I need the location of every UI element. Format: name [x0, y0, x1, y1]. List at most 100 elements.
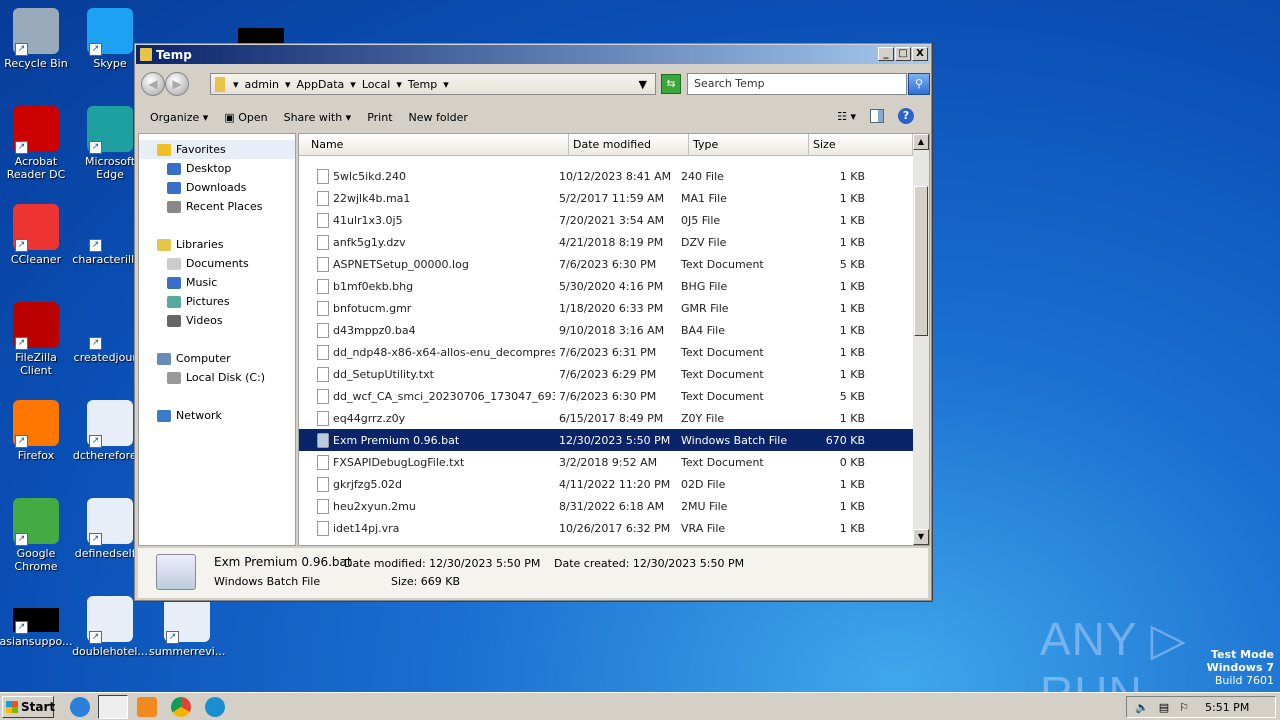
- chrome-icon[interactable]: [171, 697, 191, 717]
- app-icon: ↗: [13, 608, 59, 632]
- scroll-thumb[interactable]: [914, 186, 928, 336]
- preview-pane-icon[interactable]: [870, 109, 884, 123]
- nav-item[interactable]: Favorites: [139, 140, 295, 159]
- desktop-icon[interactable]: ↗Google Chrome: [0, 498, 74, 573]
- column-type[interactable]: Type: [689, 134, 809, 155]
- taskbar: Start 🔈 ▤ ⚐ 5:51 PM: [0, 692, 1280, 720]
- nav-item[interactable]: Videos: [139, 311, 295, 330]
- table-row[interactable]: b1mf0ekb.bhg5/30/2020 4:16 PMBHG File1 K…: [299, 275, 913, 297]
- desktop-icon[interactable]: ↗asiansuppo...: [0, 596, 74, 648]
- scroll-down-button[interactable]: ▼: [913, 529, 929, 545]
- address-dropdown-icon[interactable]: ▼: [639, 78, 647, 91]
- vertical-scrollbar[interactable]: ▲ ▼: [913, 134, 929, 545]
- open-button[interactable]: ▣ Open: [224, 111, 267, 124]
- desktop-icon[interactable]: ↗Recycle Bin: [0, 8, 74, 70]
- clock[interactable]: 5:51 PM: [1205, 701, 1249, 714]
- forward-button[interactable]: ▶: [165, 72, 189, 96]
- file-date: 3/2/2018 9:52 AM: [559, 456, 657, 469]
- chevron-icon[interactable]: ▾: [443, 78, 449, 91]
- table-row[interactable]: dd_SetupUtility.txt7/6/2023 6:29 PMText …: [299, 363, 913, 385]
- search-icon[interactable]: ⚲: [908, 73, 930, 95]
- column-date-modified[interactable]: Date modified: [569, 134, 689, 155]
- internet-explorer-icon[interactable]: [70, 697, 90, 717]
- share-with-button[interactable]: Share with ▾: [284, 111, 352, 124]
- desktop-icon[interactable]: ↗Acrobat Reader DC: [0, 106, 74, 181]
- scroll-up-button[interactable]: ▲: [913, 134, 929, 150]
- desktop-icon-label: Firefox: [0, 449, 74, 462]
- file-name: 41ulr1x3.0j5: [333, 214, 403, 227]
- help-icon[interactable]: ?: [898, 108, 914, 124]
- table-row[interactable]: 5wlc5ikd.24010/12/2023 8:41 AM240 File1 …: [299, 165, 913, 187]
- start-button[interactable]: Start: [2, 696, 54, 718]
- organize-label: Organize: [150, 111, 199, 124]
- nav-item[interactable]: Documents: [139, 254, 295, 273]
- table-row[interactable]: Exm Premium 0.96.bat12/30/2023 5:50 PMWi…: [299, 429, 913, 451]
- search-input[interactable]: Search Temp: [687, 73, 907, 95]
- view-options-icon[interactable]: ☷ ▾: [837, 110, 856, 123]
- desktop-icon[interactable]: ↗FileZilla Client: [0, 302, 74, 377]
- print-button[interactable]: Print: [367, 111, 392, 124]
- desktop-icon[interactable]: ↗summerrevi...: [149, 596, 225, 658]
- desktop-icon[interactable]: ↗doublehotel...: [72, 596, 148, 658]
- file-icon: [317, 191, 329, 206]
- nav-item[interactable]: Music: [139, 273, 295, 292]
- column-name[interactable]: Name: [299, 134, 569, 155]
- shortcut-arrow-icon: ↗: [89, 533, 102, 546]
- new-folder-button[interactable]: New folder: [409, 111, 468, 124]
- table-row[interactable]: eq44grrz.z0y6/15/2017 8:49 PMZ0Y File1 K…: [299, 407, 913, 429]
- close-button[interactable]: X: [912, 47, 928, 61]
- nav-item-label: Favorites: [176, 143, 226, 156]
- back-button[interactable]: ◀: [141, 72, 165, 96]
- nav-item[interactable]: Libraries: [139, 235, 295, 254]
- table-row[interactable]: ASPNETSetup_00000.log7/6/2023 6:30 PMTex…: [299, 253, 913, 275]
- network-icon[interactable]: ▤: [1159, 701, 1169, 714]
- table-row[interactable]: FXSAPIDebugLogFile.txt3/2/2018 9:52 AMTe…: [299, 451, 913, 473]
- table-row[interactable]: gkrjfzg5.02d4/11/2022 11:20 PM02D File1 …: [299, 473, 913, 495]
- table-row-partial[interactable]: [299, 156, 913, 165]
- breadcrumb-local[interactable]: Local: [362, 78, 391, 91]
- minimize-button[interactable]: _: [878, 47, 894, 61]
- chevron-icon: ▾: [350, 78, 356, 91]
- table-row[interactable]: idet14pj.vra10/26/2017 6:32 PMVRA File1 …: [299, 517, 913, 539]
- file-size: 670 KB: [826, 434, 865, 447]
- column-size[interactable]: Size: [809, 134, 913, 155]
- media-player-icon[interactable]: [137, 697, 157, 717]
- test-mode-text: Test Mode Windows 7 Build 7601: [1207, 648, 1274, 687]
- refresh-button[interactable]: ⇆: [661, 74, 681, 94]
- explorer-taskbar-button[interactable]: [98, 695, 128, 719]
- table-row[interactable]: heu2xyun.2mu8/31/2022 6:18 AM2MU File1 K…: [299, 495, 913, 517]
- file-name: bnfotucm.gmr: [333, 302, 411, 315]
- breadcrumb[interactable]: ▾ admin▾ AppData▾ Local▾ Temp▾ ▼: [210, 73, 656, 95]
- table-row[interactable]: 22wjlk4b.ma15/2/2017 11:59 AMMA1 File1 K…: [299, 187, 913, 209]
- file-icon: [317, 455, 329, 470]
- nav-item[interactable]: Local Disk (C:): [139, 368, 295, 387]
- edge-icon[interactable]: [205, 697, 225, 717]
- organize-button[interactable]: Organize ▾: [150, 111, 208, 124]
- action-center-flag-icon[interactable]: ⚐: [1179, 701, 1189, 714]
- file-type: Z0Y File: [681, 412, 724, 425]
- table-row[interactable]: dd_ndp48-x86-x64-allos-enu_decompression…: [299, 341, 913, 363]
- nav-item[interactable]: Network: [139, 406, 295, 425]
- breadcrumb-temp[interactable]: Temp: [408, 78, 437, 91]
- table-row[interactable]: dd_wcf_CA_smci_20230706_173047_693.txt7/…: [299, 385, 913, 407]
- nav-item[interactable]: Computer: [139, 349, 295, 368]
- table-row[interactable]: anfk5g1y.dzv4/21/2018 8:19 PMDZV File1 K…: [299, 231, 913, 253]
- breadcrumb-appdata[interactable]: AppData: [297, 78, 345, 91]
- nav-item[interactable]: Pictures: [139, 292, 295, 311]
- table-row[interactable]: 41ulr1x3.0j57/20/2021 3:54 AM0J5 File1 K…: [299, 209, 913, 231]
- folder-icon: [215, 77, 225, 92]
- nav-item[interactable]: Desktop: [139, 159, 295, 178]
- desktop-icon[interactable]: ↗Firefox: [0, 400, 74, 462]
- nav-item[interactable]: Recent Places: [139, 197, 295, 216]
- maximize-button[interactable]: □: [895, 47, 911, 61]
- chevron-icon[interactable]: ▾: [233, 78, 239, 91]
- breadcrumb-admin[interactable]: admin: [245, 78, 279, 91]
- nav-item[interactable]: Downloads: [139, 178, 295, 197]
- table-row[interactable]: d43mppz0.ba49/10/2018 3:16 AMBA4 File1 K…: [299, 319, 913, 341]
- desktop-icon[interactable]: ↗CCleaner: [0, 204, 74, 266]
- test-mode-label: Test Mode: [1211, 648, 1274, 661]
- volume-icon[interactable]: 🔈: [1135, 701, 1149, 714]
- table-row[interactable]: bnfotucm.gmr1/18/2020 6:33 PMGMR File1 K…: [299, 297, 913, 319]
- app-icon: ↗: [87, 302, 133, 348]
- title-bar[interactable]: Temp _ □ X: [136, 45, 930, 64]
